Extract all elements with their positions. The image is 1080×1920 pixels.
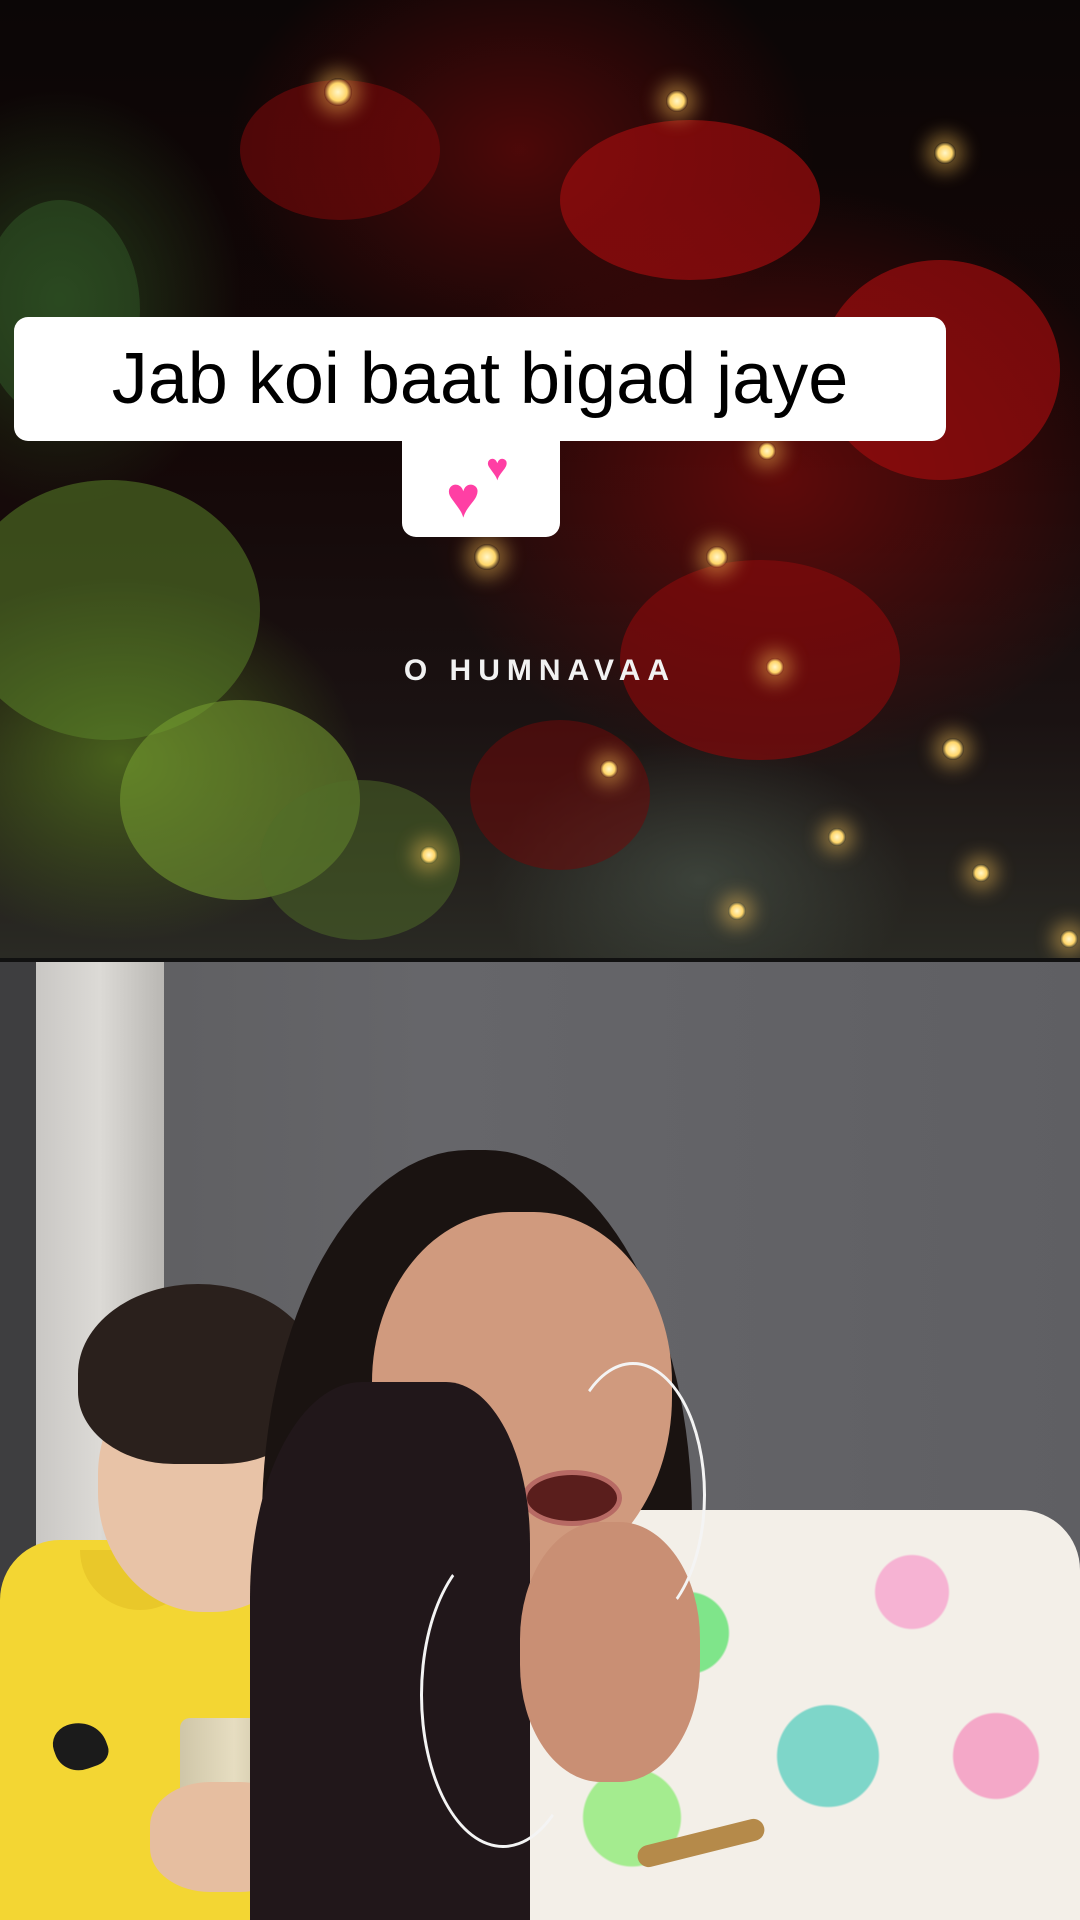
caption-bubble-emoji: ♥ ♥	[402, 441, 560, 537]
red-flowers	[560, 120, 820, 280]
fairy-light	[828, 828, 846, 846]
red-flowers	[470, 720, 650, 870]
bottom-video-panel	[0, 962, 1080, 1920]
heart-icon: ♥	[446, 465, 481, 530]
fairy-light	[666, 90, 688, 112]
fairy-light	[324, 78, 352, 106]
caption-text: Jab koi baat bigad jaye	[111, 339, 849, 419]
fairy-light	[474, 544, 500, 570]
heart-icon: ♥	[486, 447, 509, 489]
fairy-light	[942, 738, 964, 760]
fairy-light	[758, 442, 776, 460]
fairy-light	[420, 846, 438, 864]
two-hearts-icon: ♥ ♥	[436, 449, 526, 529]
earphone-wire	[420, 1542, 586, 1848]
caption-bubble: Jab koi baat bigad jaye	[14, 317, 946, 441]
song-lyric-overlay: O HUMNAVAA	[403, 654, 677, 687]
fairy-light	[972, 864, 990, 882]
fairy-light	[934, 142, 956, 164]
fairy-light	[1060, 930, 1078, 948]
fairy-light	[728, 902, 746, 920]
fairy-light	[706, 546, 728, 568]
fairy-light	[600, 760, 618, 778]
earphone-wire	[560, 1362, 706, 1628]
